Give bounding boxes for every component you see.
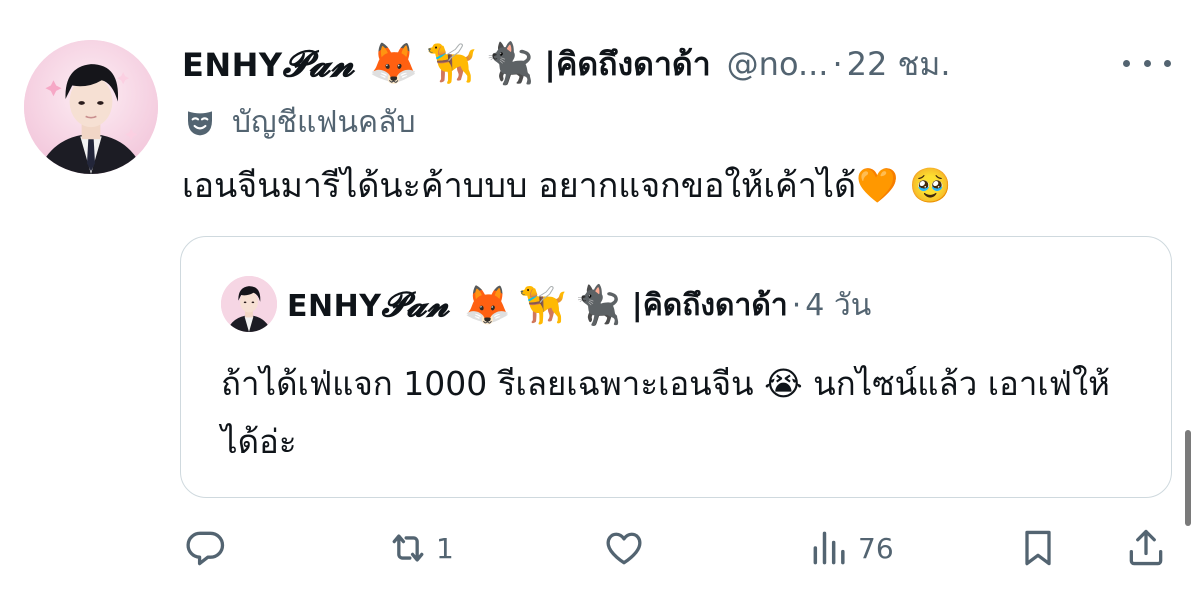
tweet-timestamp[interactable]: 22 ชม. [847, 39, 951, 90]
quoted-tweet-timestamp: 4 วัน [805, 287, 872, 323]
tweet-header: ENHY𝓟𝓪𝓷 🦊 🦮 🐈‍⬛ |คิดถึงดาด้า @no... · 22… [182, 36, 951, 92]
black-cat-emoji-icon: 🐈‍⬛ [484, 41, 535, 87]
author-handle[interactable]: @no... [727, 45, 829, 83]
author-avatar[interactable] [24, 40, 158, 174]
author-display-name[interactable]: ENHY𝓟𝓪𝓷 [182, 43, 355, 86]
fox-emoji-icon: 🦊 [463, 283, 512, 327]
tweet[interactable]: ENHY𝓟𝓪𝓷 🦊 🦮 🐈‍⬛ |คิดถึงดาด้า @no... · 22… [0, 0, 1199, 607]
action-bar: 1 76 [0, 520, 1199, 576]
reply-button[interactable] [184, 520, 228, 576]
fox-emoji-icon: 🦊 [368, 41, 419, 87]
retweet-icon [392, 534, 424, 562]
guide-dog-emoji-icon: 🦮 [426, 41, 477, 87]
quoted-tweet-text: ถ้าได้เฟ่แจก 1000 รีเลยเฉพาะเอนจีน 😭 นกไ… [221, 364, 1110, 461]
guide-dog-emoji-icon: 🦮 [519, 283, 567, 327]
more-dot-icon [1164, 59, 1171, 67]
views-icon [813, 531, 845, 565]
retweet-button[interactable]: 1 [386, 520, 454, 576]
author-name-emojis: 🦊 🦮 🐈‍⬛ [369, 44, 534, 84]
profile-photo-icon [221, 276, 277, 332]
retweet-count: 1 [436, 531, 454, 565]
quoted-author-display-name: ENHY𝓟𝓪𝓷 [287, 285, 450, 325]
share-button[interactable] [1124, 520, 1168, 576]
like-button[interactable] [602, 520, 646, 576]
reply-icon [186, 531, 225, 566]
views-button[interactable]: 76 [808, 520, 894, 576]
profile-photo-icon [24, 40, 158, 174]
more-options-button[interactable] [1123, 48, 1171, 78]
quoted-author-avatar [221, 276, 277, 332]
quoted-tweet[interactable]: ENHY𝓟𝓪𝓷 🦊 🦮 🐈‍⬛ |คิดถึงดาด้า · 4 วัน ถ้า… [180, 236, 1172, 498]
author-name-suffix[interactable]: |คิดถึงดาด้า [544, 39, 710, 90]
fanclub-text: บัญชีแฟนคลับ [232, 104, 416, 140]
separator-dot: · [832, 45, 843, 83]
bookmark-icon [1025, 530, 1051, 566]
share-icon [1129, 529, 1163, 566]
black-cat-emoji-icon: 🐈‍⬛ [574, 283, 622, 327]
more-dot-icon [1143, 59, 1151, 67]
quoted-author-name-suffix: |คิดถึงดาด้า [631, 287, 788, 323]
fanclub-label[interactable]: บัญชีแฟนคลับ [184, 100, 416, 144]
more-dot-icon [1123, 59, 1130, 67]
separator-dot: · [791, 287, 802, 323]
quoted-tweet-header: ENHY𝓟𝓪𝓷 🦊 🦮 🐈‍⬛ |คิดถึงดาด้า · 4 วัน [287, 279, 871, 331]
scrollbar[interactable] [1185, 430, 1191, 526]
bookmark-button[interactable] [1016, 520, 1060, 576]
mask-icon [188, 111, 212, 136]
quoted-author-name-emojis: 🦊 🦮 🐈‍⬛ [464, 286, 622, 324]
tweet-text: เอนจีนมารีได้นะค้าบบบ อยากแจกขอให้เค้าได… [182, 166, 952, 206]
heart-icon [606, 532, 642, 565]
views-count: 76 [858, 531, 894, 565]
